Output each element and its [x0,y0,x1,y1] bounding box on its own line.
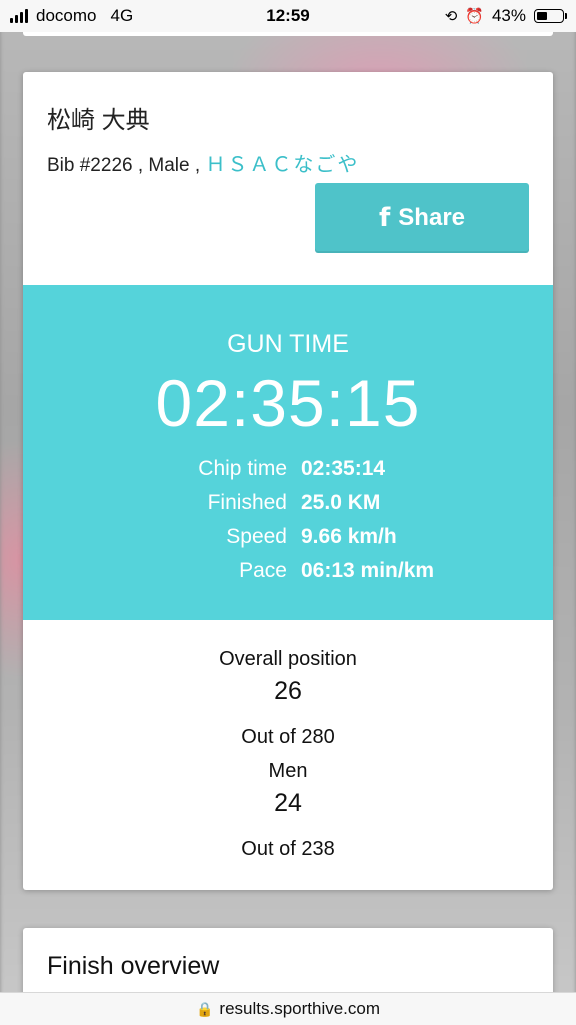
share-label: Share [398,204,465,231]
stat-label: Speed [226,525,287,548]
athlete-meta: Bib #2226 , Male , ＨＳＡＣなごや [47,148,359,177]
stat-label: Pace [239,559,287,582]
category-label: Men [268,760,308,782]
stat-chip-time: Chip time 02:35:14 [23,457,553,491]
battery-icon [534,9,567,23]
facebook-share-button[interactable]: f Share [315,183,529,253]
stat-value: 25.0 KM [301,491,381,514]
stat-finished: Finished 25.0 KM [23,491,553,525]
url-bar[interactable]: 🔒 results.sporthive.com [0,992,576,1025]
category-position-value: 24 [274,789,302,817]
url-text: results.sporthive.com [219,999,381,1018]
stat-label: Finished [207,491,287,514]
status-bar: docomo 4G 12:59 ⟲ ⏰ 43% [0,0,576,32]
facebook-icon: f [378,203,391,233]
overall-position-label: Overall position [219,648,357,670]
rotation-lock-icon: ⟲ [444,8,458,25]
athlete-name: 松崎 大典 [47,107,150,134]
carrier-name: docomo [36,6,97,25]
status-right: ⟲ ⏰ 43% [444,6,567,26]
gun-time-value: 02:35:15 [155,366,421,440]
result-card: 松崎 大典 Bib #2226 , Male , ＨＳＡＣなごや f Share… [23,72,553,890]
signal-strength-icon [10,9,28,23]
overall-position-value: 26 [274,677,302,705]
stat-speed: Speed 9.66 km/h [23,525,553,559]
stat-value: 02:35:14 [301,457,386,480]
stat-value: 06:13 min/km [301,559,435,582]
stat-label: Chip time [198,457,287,480]
time-panel: GUN TIME 02:35:15 Chip time 02:35:14 Fin… [23,285,553,620]
category-out-of: Out of 238 [241,838,335,860]
network-type: 4G [110,6,134,25]
bib-gender: Bib #2226 , Male , [47,155,206,176]
stat-pace: Pace 06:13 min/km [23,559,553,593]
alarm-icon: ⏰ [465,8,484,25]
lock-icon: 🔒 [195,1000,214,1017]
overall-out-of: Out of 280 [241,726,335,748]
battery-percent: 43% [491,6,526,25]
club-link[interactable]: ＨＳＡＣなごや [205,154,359,176]
stat-value: 9.66 km/h [301,525,397,548]
finish-overview-title: Finish overview [47,952,220,980]
status-left: docomo 4G [10,6,133,26]
gun-time-label: GUN TIME [227,330,349,358]
previous-card-edge [23,32,553,36]
